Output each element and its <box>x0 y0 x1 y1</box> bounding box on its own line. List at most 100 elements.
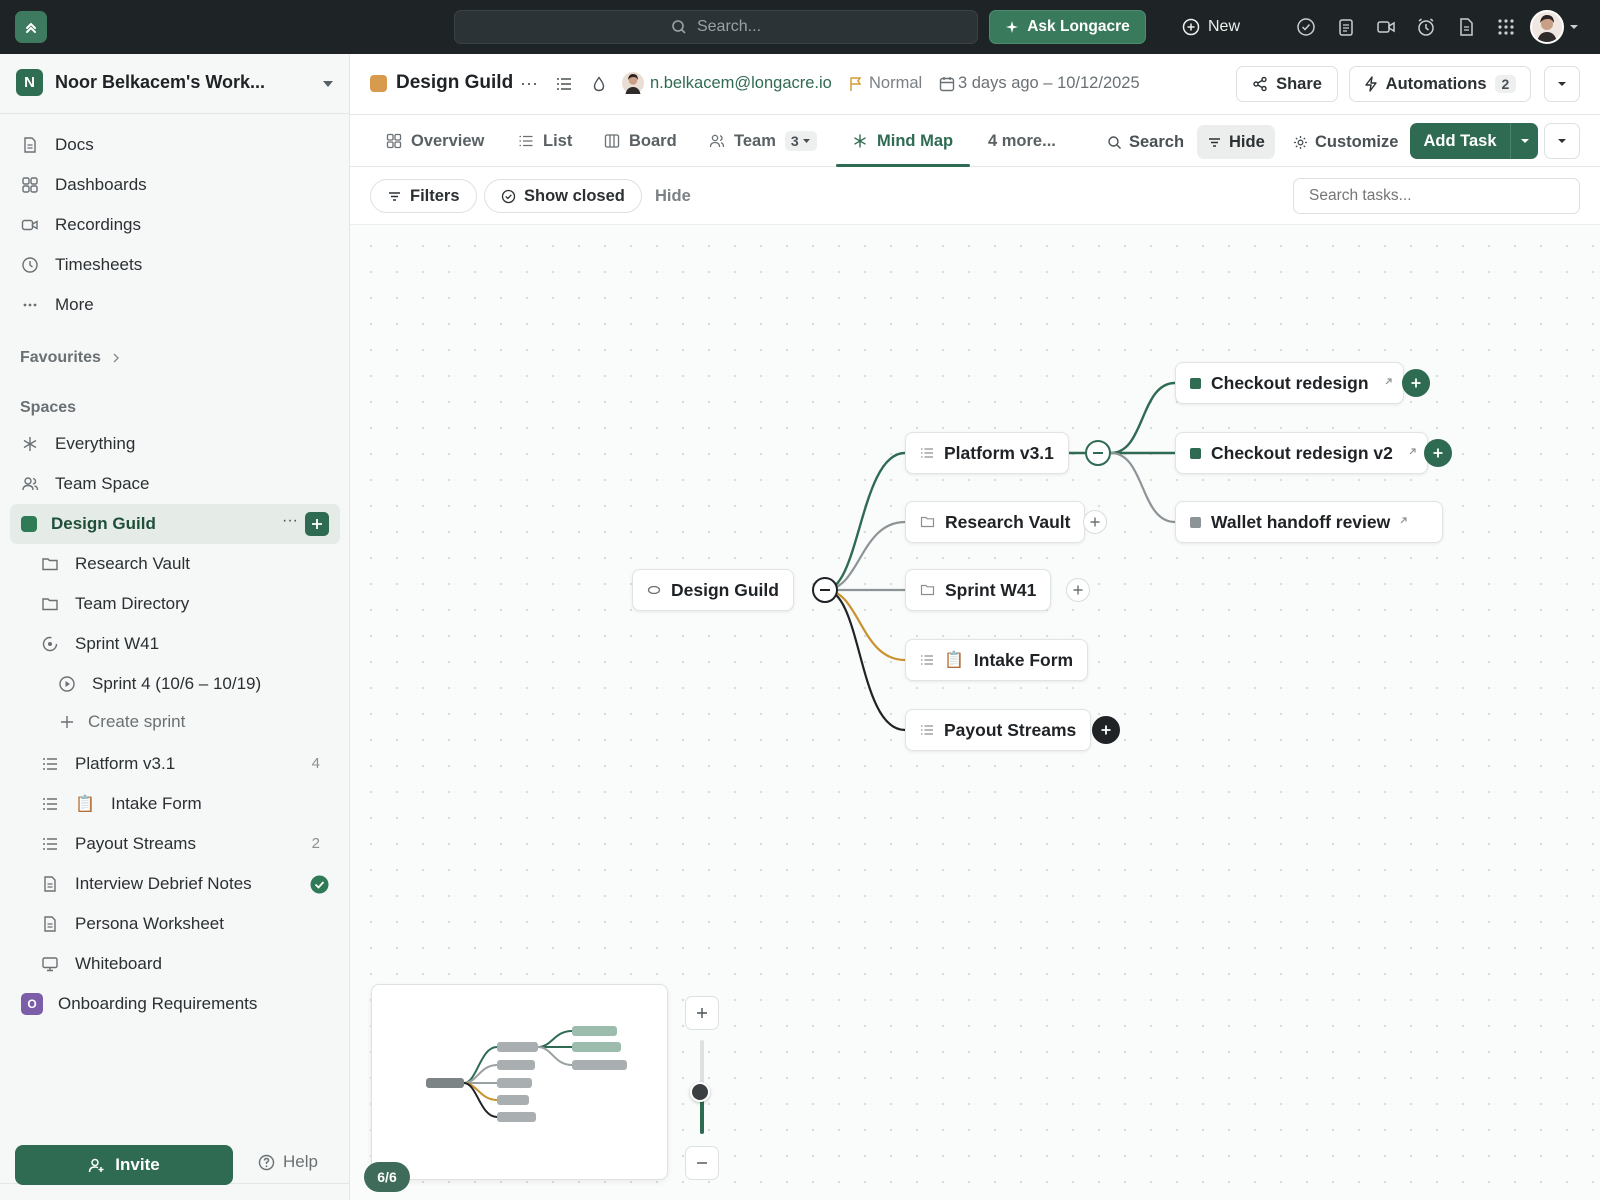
mind-map-node-research-vault[interactable]: Research Vault <box>905 501 1086 543</box>
page-more-button[interactable]: ··· <box>520 73 538 94</box>
open-link-icon[interactable] <box>1398 516 1408 526</box>
automations-button[interactable]: Automations 2 <box>1349 66 1531 102</box>
customize-button[interactable]: Customize <box>1283 125 1408 159</box>
space-more-button[interactable]: ··· <box>282 512 298 530</box>
filter-lines-icon <box>1209 137 1220 147</box>
video-icon[interactable] <box>1376 17 1396 37</box>
owner-avatar[interactable] <box>622 72 644 94</box>
collapse-toggle[interactable] <box>812 577 838 603</box>
add-task-dropdown[interactable] <box>1511 137 1538 145</box>
sidebar-item-sprint-w41[interactable]: Sprint W41 <box>10 627 340 661</box>
mind-map-node-sprint-w41[interactable]: Sprint W41 <box>905 569 1052 611</box>
tab-overview[interactable]: Overview <box>386 115 484 167</box>
tab-team[interactable]: Team 3 <box>709 115 817 167</box>
invite-button[interactable]: Invite <box>15 1145 233 1185</box>
filter-hide-button[interactable]: Hide <box>655 187 691 206</box>
tab-board[interactable]: Board <box>604 115 677 167</box>
owner-email-link[interactable]: n.belkacem@longacre.io <box>650 74 832 93</box>
sidebar-item-team-directory[interactable]: Team Directory <box>10 587 340 621</box>
sidebar-item-dashboards[interactable]: Dashboards <box>10 168 340 202</box>
tab-mind-map[interactable]: Mind Map <box>852 115 953 167</box>
create-sprint-button[interactable]: Create sprint <box>10 705 340 739</box>
sidebar-item-everything[interactable]: Everything <box>10 427 340 461</box>
page-indicator[interactable]: 6/6 <box>364 1162 410 1192</box>
mind-map-root-node[interactable]: Design Guild <box>632 569 794 611</box>
calendar-icon[interactable] <box>938 75 956 93</box>
minimap[interactable] <box>371 984 668 1180</box>
add-task-button[interactable]: Add Task <box>1410 123 1538 159</box>
add-child-button[interactable] <box>1402 369 1430 397</box>
open-link-icon[interactable] <box>1407 447 1417 457</box>
collapse-toggle[interactable] <box>1085 440 1111 466</box>
sidebar-item-platform-v3-1[interactable]: Platform v3.1 4 <box>10 747 340 781</box>
mind-map-node-intake-form[interactable]: 📋 Intake Form <box>905 639 1089 681</box>
flag-icon[interactable] <box>847 75 865 93</box>
space-add-button[interactable] <box>305 512 329 536</box>
team-count-dropdown[interactable]: 3 <box>784 131 817 151</box>
add-child-button[interactable] <box>1092 716 1120 744</box>
sidebar-item-whiteboard[interactable]: Whiteboard <box>10 947 340 981</box>
filters-button[interactable]: Filters <box>370 179 477 213</box>
sidebar-space-onboarding-requirements[interactable]: O Onboarding Requirements <box>10 987 340 1021</box>
check-circle-icon[interactable] <box>1296 17 1316 37</box>
folder-icon <box>920 516 935 528</box>
sidebar-item-docs[interactable]: Docs <box>10 128 340 162</box>
mind-map-node-checkout-redesign-v2[interactable]: Checkout redesign v2 <box>1175 432 1428 474</box>
add-child-button[interactable] <box>1424 439 1452 467</box>
ask-longacre-button[interactable]: Ask Longacre <box>989 10 1146 44</box>
open-link-icon[interactable] <box>1383 377 1393 387</box>
sidebar-item-recordings[interactable]: Recordings <box>10 208 340 242</box>
help-label: Help <box>283 1152 318 1171</box>
favourites-section[interactable]: Favourites <box>20 349 121 367</box>
drop-icon[interactable] <box>590 75 608 93</box>
new-button[interactable]: New <box>1182 10 1240 44</box>
sidebar-item-payout-streams[interactable]: Payout Streams 2 <box>10 827 340 861</box>
search-tasks-input[interactable] <box>1293 178 1580 214</box>
help-button[interactable]: Help <box>258 1152 318 1172</box>
priority-label[interactable]: Normal <box>869 74 922 93</box>
workspace-switcher[interactable]: N Noor Belkacem's Work... <box>0 54 349 114</box>
sidebar-item-more[interactable]: More <box>10 288 340 322</box>
sidebar-item-intake-form[interactable]: 📋 Intake Form <box>10 787 340 821</box>
mind-map-node-wallet-handoff-review[interactable]: Wallet handoff review <box>1175 501 1443 543</box>
sidebar-item-persona-worksheet[interactable]: Persona Worksheet <box>10 907 340 941</box>
list-icon[interactable] <box>555 75 573 93</box>
zoom-in-button[interactable] <box>685 996 719 1030</box>
sidebar-item-sprint-4[interactable]: Sprint 4 (10/6 – 10/19) <box>10 667 340 701</box>
add-child-button[interactable] <box>1066 578 1090 602</box>
mind-map-node-platform[interactable]: Platform v3.1 <box>905 432 1069 474</box>
alarm-icon[interactable] <box>1416 17 1436 37</box>
share-button[interactable]: Share <box>1236 66 1338 102</box>
plus-icon <box>312 519 322 529</box>
zoom-out-button[interactable] <box>685 1146 719 1180</box>
page-title[interactable]: Design Guild <box>396 72 513 94</box>
tabs-dropdown-button[interactable] <box>1544 123 1580 159</box>
add-child-button[interactable] <box>1083 510 1107 534</box>
tab-label: Overview <box>411 131 485 150</box>
header-dropdown-button[interactable] <box>1544 66 1580 102</box>
view-search-button[interactable]: Search <box>1097 125 1194 159</box>
chevron-down-icon[interactable] <box>1568 21 1580 33</box>
date-range[interactable]: 3 days ago – 10/12/2025 <box>958 74 1140 93</box>
sidebar-item-timesheets[interactable]: Timesheets <box>10 248 340 282</box>
clipboard-emoji: 📋 <box>75 796 95 813</box>
sidebar-item-interview-debrief-notes[interactable]: Interview Debrief Notes <box>10 867 340 901</box>
mind-map-canvas[interactable]: Design Guild Platform v3.1 Research Vaul… <box>350 225 1600 1200</box>
user-avatar[interactable] <box>1530 10 1564 44</box>
mind-map-node-payout-streams[interactable]: Payout Streams <box>905 709 1092 751</box>
sidebar-item-research-vault[interactable]: Research Vault <box>10 547 340 581</box>
zoom-slider-handle[interactable] <box>690 1081 710 1102</box>
apps-grid-icon[interactable] <box>1496 17 1516 37</box>
show-closed-button[interactable]: Show closed <box>484 179 642 213</box>
global-search-input[interactable]: Search... <box>454 10 978 44</box>
sidebar-item-team-space[interactable]: Team Space <box>10 467 340 501</box>
document-icon[interactable] <box>1456 17 1476 37</box>
hide-button[interactable]: Hide <box>1197 125 1275 159</box>
sidebar-space-design-guild[interactable]: Design Guild ··· <box>10 504 340 544</box>
clipboard-icon[interactable] <box>1336 17 1356 37</box>
app-logo-button[interactable] <box>15 11 47 43</box>
tab-list[interactable]: List <box>518 115 572 167</box>
sidebar-item-label: Research Vault <box>75 554 190 573</box>
mind-map-node-checkout-redesign[interactable]: Checkout redesign <box>1175 362 1404 404</box>
tab-more[interactable]: 4 more... <box>988 115 1056 167</box>
